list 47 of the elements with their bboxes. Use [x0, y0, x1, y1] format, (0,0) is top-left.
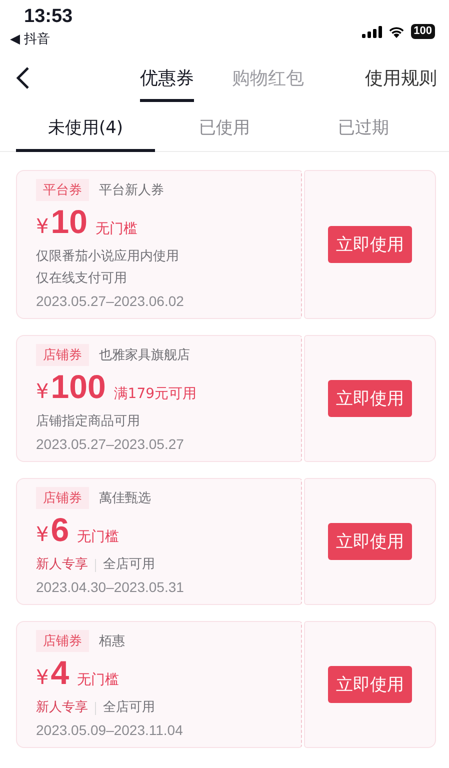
signal-icon	[362, 26, 382, 38]
validity-period: 2023.04.30–2023.05.31	[36, 578, 185, 597]
validity-period: 2023.05.09–2023.11.04	[36, 721, 184, 740]
use-now-button[interactable]: 立即使用	[328, 380, 412, 417]
new-user-label: 新人专享	[36, 699, 88, 717]
validity-period: 2023.05.27–2023.06.02	[36, 292, 185, 311]
use-now-button[interactable]: 立即使用	[328, 226, 412, 263]
use-now-button[interactable]: 立即使用	[328, 666, 412, 703]
usage-note: 仅在线支付可用	[36, 270, 128, 288]
usage-note: 仅限番茄小说应用内使用	[36, 248, 180, 266]
coupon-amount: 10	[50, 203, 88, 241]
coupon-amount: 6	[50, 511, 70, 549]
coupon-amount: 100	[50, 368, 106, 406]
coupon-condition: 无门槛	[95, 220, 138, 239]
status-time: 13:53	[24, 6, 73, 28]
usage-note: 店铺指定商品可用	[36, 413, 141, 431]
currency-symbol: ¥	[36, 378, 49, 405]
coupon-type-tag: 店铺券	[36, 344, 89, 366]
rules-link[interactable]: 使用规则	[365, 66, 437, 90]
filter-tab[interactable]: 已过期	[294, 102, 433, 152]
filter-tab[interactable]: 已使用	[155, 102, 294, 152]
coupon-condition: 无门槛	[77, 671, 120, 690]
coupon-type-tag: 店铺券	[36, 630, 89, 652]
new-user-label: 新人专享	[36, 556, 88, 574]
nav-tab[interactable]: 优惠券	[140, 54, 194, 102]
nav-tab[interactable]: 购物红包	[232, 54, 304, 102]
battery-indicator: 100	[410, 24, 435, 39]
usage-note: 全店可用	[103, 556, 155, 574]
currency-symbol: ¥	[36, 213, 49, 240]
use-now-button[interactable]: 立即使用	[328, 523, 412, 560]
coupon-condition: 无门槛	[77, 528, 120, 547]
usage-note: 全店可用	[103, 699, 155, 717]
currency-symbol: ¥	[36, 664, 49, 691]
coupon-name: 栢惠	[99, 633, 125, 650]
filter-tab[interactable]: 未使用(4)	[16, 102, 155, 152]
coupon-amount: 4	[50, 654, 70, 692]
back-to-app-link[interactable]: ◀ 抖音	[10, 30, 50, 48]
coupon-name: 平台新人券	[99, 182, 164, 199]
currency-symbol: ¥	[36, 521, 49, 548]
coupon-type-tag: 店铺券	[36, 487, 89, 509]
coupon-type-tag: 平台券	[36, 179, 89, 201]
coupon-name: 也雅家具旗舰店	[99, 347, 190, 364]
validity-period: 2023.05.27–2023.05.27	[36, 435, 185, 454]
back-icon[interactable]	[16, 67, 30, 89]
coupon-name: 萬佳甄选	[99, 490, 151, 507]
wifi-icon	[388, 25, 405, 38]
coupon-condition: 满179元可用	[114, 385, 197, 404]
